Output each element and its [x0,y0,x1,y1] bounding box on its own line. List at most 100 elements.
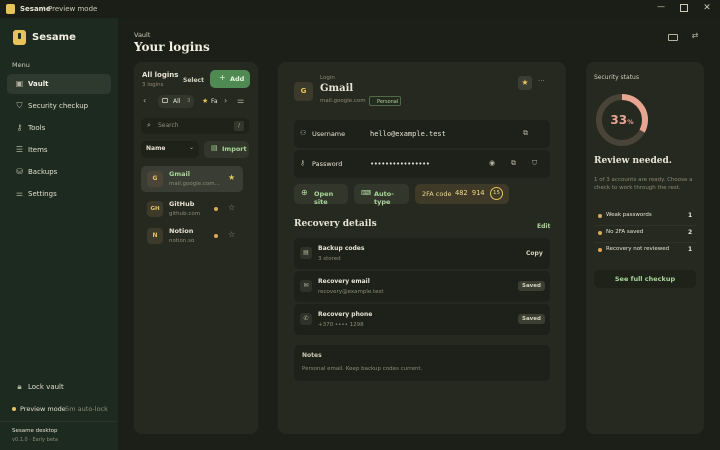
copy-backup-codes-button[interactable]: Copy [526,250,543,257]
detail-name: Gmail [320,83,354,94]
twofa-timer: 15 [490,187,503,200]
favorite-star-outline-icon[interactable]: ☆ [228,203,235,212]
logins-list-panel: All logins 3 logins Select + Add ‹ All 3… [134,62,258,434]
password-value[interactable]: •••••••••••••••• [370,160,430,168]
close-icon[interactable]: ✕ [702,3,712,13]
star-icon: ★ [202,97,209,105]
phone-icon: ✆ [300,313,312,325]
brand-name: Sesame [32,32,76,43]
recovery-title: Recovery details [294,219,377,229]
favorite-toggle-button[interactable]: ★ [518,76,532,90]
auto-type-button[interactable]: ⌨ Auto-type [354,184,409,206]
minimize-icon[interactable]: — [656,2,666,11]
issue-no-2fa[interactable]: No 2FA saved 2 [594,227,696,241]
add-button[interactable]: + Add [210,70,250,88]
avatar: G [147,171,163,187]
folder-icon [162,98,168,103]
security-percent: 33% [610,113,634,127]
list-item-github[interactable]: GH GitHub github.com ☆ [141,196,243,222]
main-area: Vault Your logins ⇄ All logins 3 logins … [118,18,720,450]
password-row: ⚷ Password •••••••••••••••• ◉ ⧉ ⛉ [294,150,550,178]
see-full-checkup-button[interactable]: See full checkup [594,270,696,288]
sidebar-item-backups[interactable]: ⛁ Backups [7,162,111,182]
app-logo-icon [6,4,15,14]
sliders-icon: ⚌ [15,189,24,198]
chevron-right-icon[interactable]: › [224,96,227,105]
notes-card: Notes Personal email. Keep backup codes … [294,345,550,381]
sidebar-item-items[interactable]: ☰ Items [7,140,111,160]
brand-logo-icon [13,30,26,45]
lock-icon: 🔒︎ [17,382,22,391]
login-detail-panel: G Login Gmail mail.google.com Personal ★… [278,62,566,434]
security-title: Security status [594,74,639,81]
key-icon: ⚷ [16,123,23,132]
chevron-left-icon[interactable]: ‹ [143,96,146,105]
sidebar-item-settings[interactable]: ⚌ Settings [7,184,111,204]
globe-icon: ⊕ [301,188,308,197]
password-health-icon[interactable]: ⛉ [532,159,537,168]
filter-all[interactable]: All 3 [158,95,194,108]
list-item-gmail[interactable]: G Gmail mail.google.com... ★ [141,166,243,192]
copy-username-icon[interactable]: ⧉ [523,129,528,138]
open-site-button[interactable]: ⊕ Open site [294,184,348,206]
recovery-backup-codes: ▤ Backup codes 3 stored Copy [294,238,550,269]
sync-icon[interactable]: ⇄ [690,31,700,40]
sidebar: Sesame Menu ▣ Vault ⛉ Security checkup ⚷… [0,18,118,450]
key-icon: ⚷ [300,159,306,167]
document-icon: ▤ [300,247,312,259]
sidebar-item-tools[interactable]: ⚷ Tools [7,118,111,138]
security-description: 1 of 3 accounts are ready. Choose a chec… [594,177,693,191]
security-status-panel: Security status 33% Review needed. 1 of … [586,62,704,434]
warning-dot [214,234,218,238]
warning-dot [214,207,218,211]
search-input[interactable]: ⌕ Search / [141,118,249,134]
avatar: GH [147,201,163,217]
status-badge: Saved [518,314,545,324]
twofa-code-chip[interactable]: 2FA code 482 914 15 [415,184,509,204]
filter-settings-icon[interactable]: ⚌ [237,96,244,105]
title-bar: Sesame / Preview mode — ✕ [0,0,720,18]
copy-password-icon[interactable]: ⧉ [511,159,516,168]
mail-icon: ✉ [300,280,312,292]
search-icon: ⌕ [147,121,151,129]
menu-section-label: Menu [12,61,30,69]
breadcrumb: Vault [134,31,151,39]
footer-title: Sesame desktop [12,428,58,434]
list-count: 3 logins [142,82,164,88]
sidebar-item-vault[interactable]: ▣ Vault [7,74,111,94]
recovery-email: ✉ Recovery email recovery@example.test S… [294,271,550,302]
footer-version: v0.1.0 · Early beta [12,437,58,443]
filter-favorites[interactable]: ★ Fa [200,95,222,108]
sort-select[interactable]: Name ⌄ [141,141,199,158]
vault-icon: ▣ [15,79,24,88]
select-button[interactable]: Select [183,77,204,84]
edit-recovery-button[interactable]: Edit [537,223,550,230]
list-icon: ☰ [15,145,24,154]
list-item-notion[interactable]: N Notion notion.so ☆ [141,223,243,249]
maximize-icon[interactable] [680,4,688,12]
favorite-star-icon[interactable]: ★ [228,173,235,182]
lock-vault-button[interactable]: 🔒︎ Lock vault [7,377,111,397]
username-value[interactable]: hello@example.test [370,130,446,138]
more-options-icon[interactable]: ··· [538,77,545,85]
sidebar-item-security-checkup[interactable]: ⛉ Security checkup [7,96,111,116]
page-title: Your logins [134,40,210,54]
reveal-password-icon[interactable]: ◉ [489,159,495,167]
user-icon: ⚇ [300,129,307,137]
personal-tag: Personal [369,96,401,106]
backup-icon: ⛁ [16,167,23,176]
issue-weak-passwords[interactable]: Weak passwords 1 [594,210,696,224]
sidebar-footer-divider [0,421,118,422]
issue-recovery-not-reviewed[interactable]: Recovery not reviewed 1 [594,244,696,258]
import-button[interactable]: ▤ Import [204,141,249,158]
titlebar-mode: Preview mode [48,5,98,13]
detail-avatar: G [294,82,313,101]
chevron-down-icon: ⌄ [189,144,195,151]
detail-type: Login [320,75,335,81]
monitor-icon[interactable] [668,34,678,41]
shield-icon: ⛉ [16,101,23,110]
list-title: All logins [142,71,179,79]
favorite-star-outline-icon[interactable]: ☆ [228,230,235,239]
preview-mode-status: Preview mode · 5m auto-lock [12,405,112,415]
keyboard-icon: ⌨ [361,189,372,197]
